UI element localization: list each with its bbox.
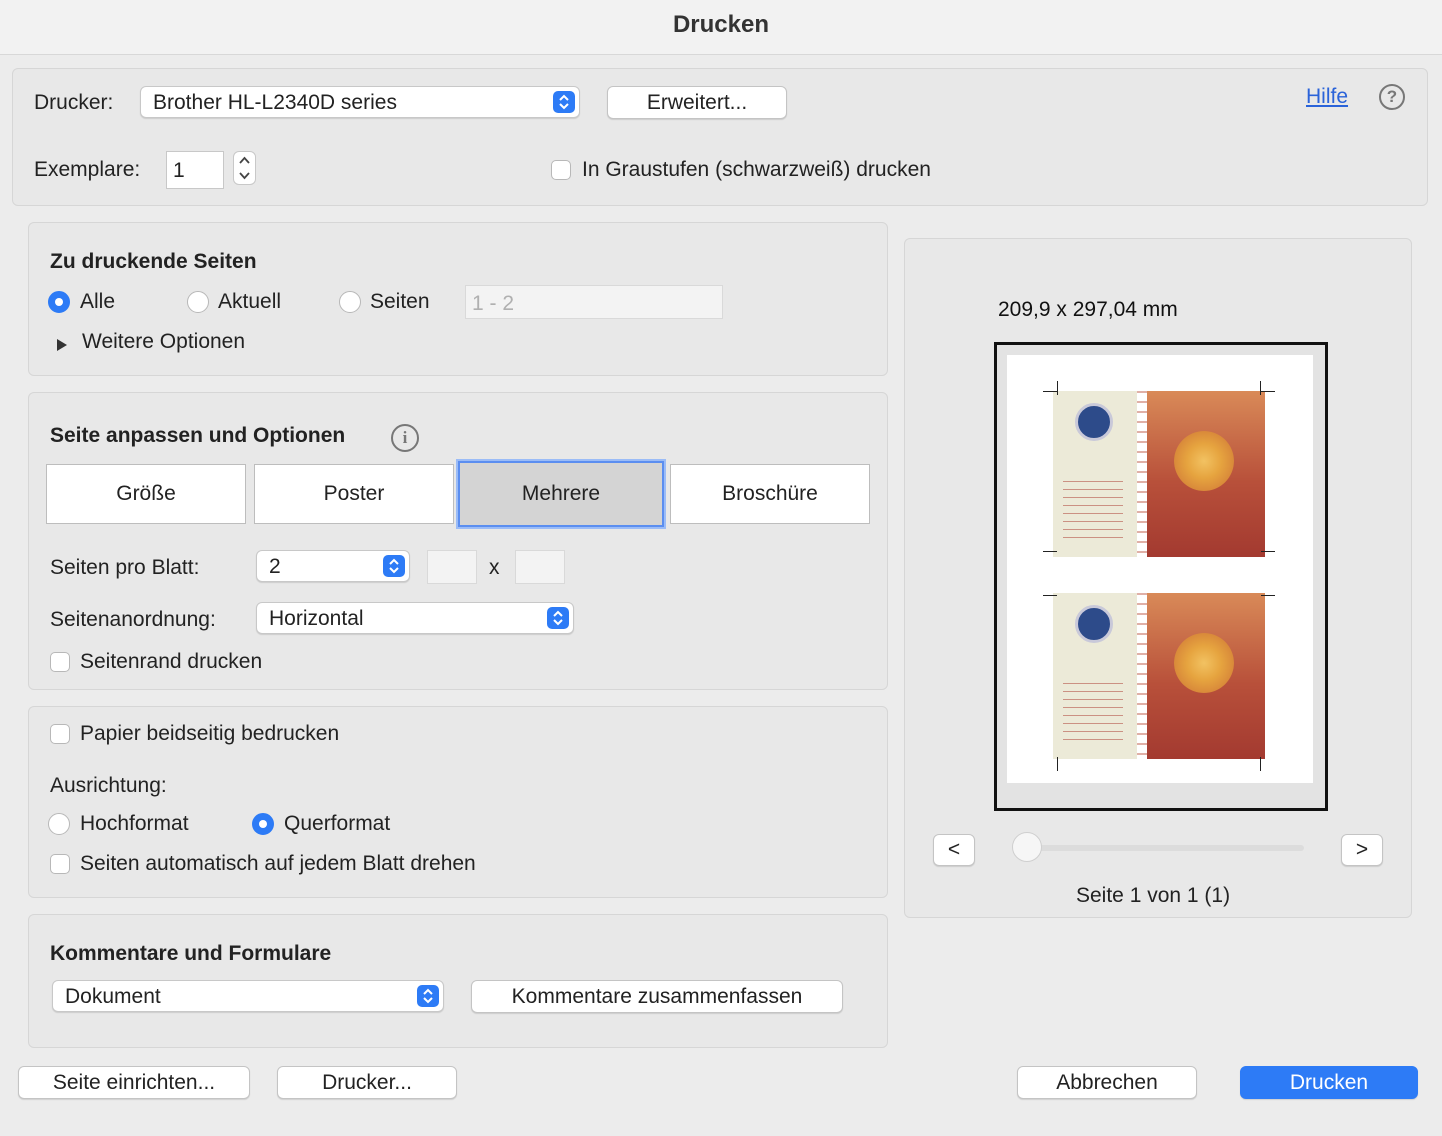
chevron-updown-icon — [547, 607, 569, 629]
help-link[interactable]: Hilfe — [1306, 85, 1348, 109]
grayscale-label: In Graustufen (schwarzweiß) drucken — [582, 158, 931, 181]
fit-section-title: Seite anpassen und Optionen — [50, 424, 346, 447]
radio-all-label: Alle — [80, 290, 116, 313]
pages-section-title: Zu druckende Seiten — [50, 250, 257, 273]
duplex-label: Papier beidseitig bedrucken — [80, 722, 340, 745]
printer-select-value: Brother HL-L2340D series — [153, 91, 397, 114]
page-slider-track[interactable] — [1026, 845, 1304, 851]
paper-dimensions: 209,9 x 297,04 mm — [998, 298, 1178, 321]
tab-size[interactable]: Größe — [46, 464, 246, 524]
info-icon[interactable]: i — [391, 424, 419, 452]
sheet — [1007, 355, 1313, 783]
times-label: x — [489, 556, 500, 579]
page-order-select[interactable]: Horizontal — [256, 602, 574, 634]
crop-mark — [1260, 381, 1261, 395]
copies-label: Exemplare: — [34, 158, 141, 181]
pages-per-sheet-select[interactable]: 2 — [256, 550, 410, 582]
chevron-updown-icon — [383, 555, 405, 577]
grayscale-checkbox[interactable] — [551, 160, 571, 180]
page-order-label: Seitenanordnung: — [50, 608, 216, 631]
page-range-placeholder: 1 - 2 — [472, 292, 515, 315]
chevron-updown-icon — [417, 985, 439, 1007]
autorotate-label: Seiten automatisch auf jedem Blatt drehe… — [80, 852, 476, 875]
page-range-input[interactable]: 1 - 2 — [465, 285, 723, 319]
radio-portrait-label: Hochformat — [80, 812, 189, 835]
tab-multiple[interactable]: Mehrere — [458, 461, 664, 527]
radio-pages-label: Seiten — [370, 290, 430, 313]
duplex-checkbox[interactable] — [50, 724, 70, 744]
crop-mark — [1261, 595, 1275, 596]
page-slider-thumb[interactable] — [1012, 832, 1042, 862]
tab-poster[interactable]: Poster — [254, 464, 454, 524]
crop-mark — [1261, 551, 1275, 552]
card-side-strip-2 — [1137, 593, 1147, 759]
printer-label: Drucker: — [34, 91, 114, 114]
copies-stepper[interactable] — [233, 151, 256, 185]
card-side-strip-1 — [1137, 391, 1147, 557]
radio-pages[interactable] — [339, 291, 361, 313]
crop-mark — [1043, 391, 1057, 392]
next-page-button[interactable]: > — [1341, 834, 1383, 866]
print-border-checkbox[interactable] — [50, 652, 70, 672]
columns-input — [427, 550, 477, 584]
card-front-2 — [1053, 593, 1137, 759]
crop-mark — [1261, 391, 1275, 392]
card-text-lines — [1063, 481, 1123, 541]
comments-select[interactable]: Dokument — [52, 980, 444, 1012]
card-back-1 — [1147, 391, 1265, 557]
rows-input — [515, 550, 565, 584]
page-order-value: Horizontal — [269, 607, 364, 630]
radio-current-label: Aktuell — [218, 290, 282, 313]
page-setup-button[interactable]: Seite einrichten... — [18, 1066, 250, 1099]
radio-all[interactable] — [48, 291, 70, 313]
copies-value: 1 — [173, 159, 185, 182]
comments-section-title: Kommentare und Formulare — [50, 942, 332, 965]
copies-input[interactable]: 1 — [166, 151, 224, 189]
print-button[interactable]: Drucken — [1240, 1066, 1418, 1099]
card-text-lines — [1063, 683, 1123, 743]
autorotate-checkbox[interactable] — [50, 854, 70, 874]
pages-per-sheet-value: 2 — [269, 555, 281, 578]
page-preview — [994, 342, 1328, 811]
sun-logo-icon — [1174, 431, 1234, 491]
chevron-updown-icon — [553, 91, 575, 113]
radio-portrait[interactable] — [48, 813, 70, 835]
crop-mark — [1057, 757, 1058, 771]
crop-mark — [1260, 757, 1261, 771]
pages-per-sheet-label: Seiten pro Blatt: — [50, 556, 200, 579]
help-icon[interactable]: ? — [1379, 84, 1405, 110]
page-indicator: Seite 1 von 1 (1) — [1076, 884, 1231, 907]
cancel-button[interactable]: Abbrechen — [1017, 1066, 1197, 1099]
tab-booklet[interactable]: Broschüre — [670, 464, 870, 524]
orientation-label: Ausrichtung: — [50, 774, 167, 797]
disclosure-triangle-icon[interactable] — [56, 334, 68, 358]
seal-icon — [1075, 605, 1113, 643]
crop-mark — [1043, 551, 1057, 552]
more-options-label[interactable]: Weitere Optionen — [82, 330, 245, 354]
sun-logo-icon — [1174, 633, 1234, 693]
print-border-label: Seitenrand drucken — [80, 650, 263, 673]
crop-mark — [1043, 595, 1057, 596]
summarize-comments-button[interactable]: Kommentare zusammenfassen — [471, 980, 843, 1013]
card-front-1 — [1053, 391, 1137, 557]
radio-landscape[interactable] — [252, 813, 274, 835]
radio-current[interactable] — [187, 291, 209, 313]
prev-page-button[interactable]: < — [933, 834, 975, 866]
card-back-2 — [1147, 593, 1265, 759]
comments-select-value: Dokument — [65, 985, 161, 1008]
advanced-button[interactable]: Erweitert... — [607, 86, 787, 119]
seal-icon — [1075, 403, 1113, 441]
info-icon-glyph: i — [402, 428, 408, 447]
radio-landscape-label: Querformat — [284, 812, 391, 835]
crop-mark — [1057, 381, 1058, 395]
help-icon-glyph: ? — [1386, 87, 1398, 106]
printer-button[interactable]: Drucker... — [277, 1066, 457, 1099]
window-title: Drucken — [0, 0, 1442, 55]
printer-select[interactable]: Brother HL-L2340D series — [140, 86, 580, 118]
